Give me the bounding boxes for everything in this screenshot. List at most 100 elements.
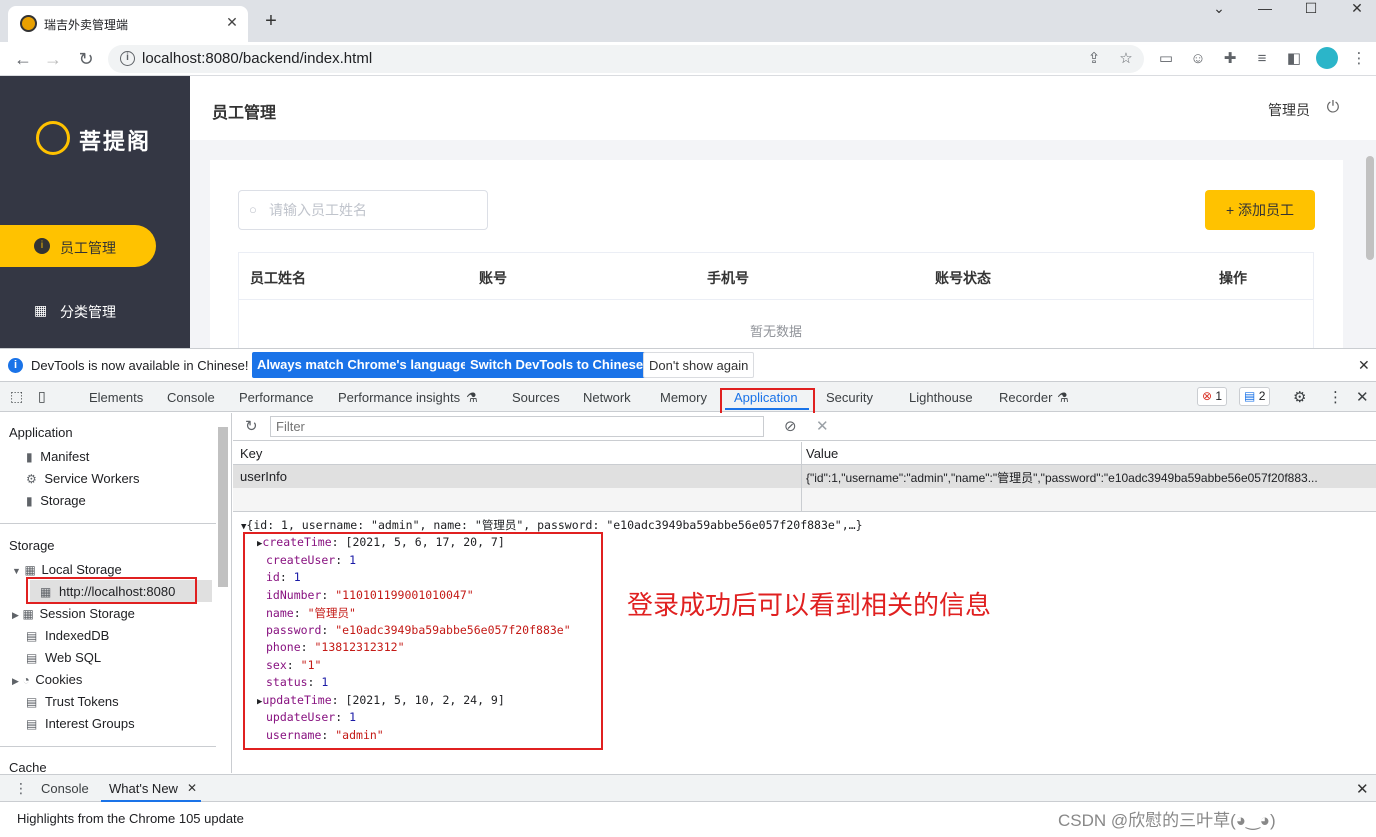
- employee-table: 员工姓名 账号 手机号 账号状态 操作 暂无数据: [238, 252, 1314, 360]
- error-count: 1: [1215, 389, 1223, 403]
- url-text[interactable]: localhost:8080/backend/index.html: [142, 50, 372, 67]
- tree-item-storage[interactable]: ▮ Storage: [26, 493, 86, 515]
- key-column-header[interactable]: Key: [240, 446, 262, 461]
- value-column-header[interactable]: Value: [806, 446, 838, 461]
- star-icon[interactable]: ☆: [1116, 49, 1136, 69]
- back-button[interactable]: ←: [10, 46, 36, 72]
- infobar-close-icon[interactable]: ✕: [1358, 357, 1370, 374]
- tab-performance[interactable]: Performance: [239, 390, 313, 405]
- table-row[interactable]: userInfo {"id":1,"username":"admin","nam…: [233, 465, 1376, 488]
- profile-avatar[interactable]: [1316, 47, 1338, 69]
- search-input[interactable]: [269, 199, 479, 221]
- browser-tab[interactable]: 瑞吉外卖管理端 ✕: [8, 6, 248, 42]
- database-icon: ▤: [26, 695, 38, 709]
- filter-input[interactable]: [270, 416, 764, 437]
- devtools-infobar: i DevTools is now available in Chinese! …: [0, 348, 1376, 382]
- tree-item-session-storage[interactable]: ▶ ▦ Session Storage: [12, 606, 135, 628]
- menu-item-employee[interactable]: i 员工管理: [0, 225, 156, 267]
- window-close-button[interactable]: ✕: [1334, 0, 1376, 30]
- column-divider[interactable]: [801, 442, 802, 512]
- drawer-tab-console[interactable]: Console: [41, 781, 89, 796]
- sidebar-scrollbar[interactable]: [218, 427, 228, 587]
- tree-item-cookies[interactable]: ▶ ◔ Cookies: [12, 672, 82, 694]
- device-toolbar-icon[interactable]: ▯: [38, 388, 46, 405]
- menu-item-category[interactable]: ▦ 分类管理: [0, 289, 190, 331]
- tab-security[interactable]: Security: [826, 390, 873, 405]
- tree-item-manifest[interactable]: ▮ Manifest: [26, 449, 89, 471]
- browser-toolbar: ← → ↻ i localhost:8080/backend/index.htm…: [0, 42, 1376, 76]
- local-storage-panel: ↻ ⊘ ✕ Key Value userInfo {"id":1,"userna…: [233, 413, 1376, 773]
- maximize-button[interactable]: ☐: [1288, 0, 1334, 30]
- logout-icon[interactable]: ⏻: [1324, 99, 1342, 117]
- database-icon: ▤: [26, 629, 38, 643]
- share-icon[interactable]: ⇪: [1084, 49, 1104, 69]
- tab-close-icon[interactable]: ✕: [222, 12, 242, 32]
- tab-sources[interactable]: Sources: [512, 390, 560, 405]
- add-employee-button[interactable]: + 添加员工: [1205, 190, 1315, 230]
- tree-item-label: Service Workers: [44, 471, 140, 486]
- table-icon: ▦: [22, 607, 34, 621]
- minimize-button[interactable]: —: [1242, 0, 1288, 30]
- delete-selected-icon[interactable]: ✕: [816, 417, 829, 435]
- devtools-menu-icon[interactable]: ⋮: [1328, 388, 1343, 406]
- refresh-icon[interactable]: ↻: [245, 417, 258, 435]
- switch-chinese-button[interactable]: Switch DevTools to Chinese: [465, 352, 649, 378]
- tab-network[interactable]: Network: [583, 390, 631, 405]
- tree-item-web-sql[interactable]: ▤ Web SQL: [26, 650, 101, 672]
- cookie-icon: ◔: [22, 673, 30, 687]
- side-panel-icon[interactable]: ◧: [1283, 48, 1305, 70]
- tab-elements[interactable]: Elements: [89, 390, 143, 405]
- dont-show-again-button[interactable]: Don't show again: [643, 352, 755, 378]
- inspect-element-icon[interactable]: ⬚: [10, 388, 23, 405]
- tab-memory[interactable]: Memory: [660, 390, 707, 405]
- drawer-tab-whats-new[interactable]: What's New: [109, 781, 178, 796]
- section-header-cache: Cache: [9, 760, 47, 775]
- gear-icon: ⚙: [26, 472, 37, 486]
- tree-item-service-workers[interactable]: ⚙ Service Workers: [26, 471, 140, 493]
- reload-button[interactable]: ↻: [73, 46, 99, 72]
- database-icon: ▤: [26, 651, 38, 665]
- tree-item-label: Local Storage: [41, 562, 122, 577]
- page-scrollbar[interactable]: [1366, 156, 1374, 260]
- table-header: Key Value: [233, 442, 1376, 465]
- search-icon: ○: [249, 202, 257, 217]
- filter-toolbar: ↻ ⊘ ✕: [233, 413, 1376, 441]
- reading-list-icon[interactable]: ≡: [1251, 48, 1273, 70]
- tree-item-label: Web SQL: [44, 650, 102, 665]
- tree-item-interest-groups[interactable]: ▤ Interest Groups: [26, 716, 135, 738]
- tree-item-label: Trust Tokens: [44, 694, 119, 709]
- tab-search-chevron-icon[interactable]: ⌄: [1196, 0, 1242, 30]
- forward-button[interactable]: →: [40, 46, 66, 72]
- column-header: 员工姓名: [250, 270, 306, 286]
- key-value-table: Key Value userInfo {"id":1,"username":"a…: [233, 442, 1376, 512]
- drawer-close-icon[interactable]: ✕: [1356, 780, 1369, 798]
- kebab-menu-icon[interactable]: ⋮: [1348, 48, 1370, 70]
- error-count-badge[interactable]: ⊗ 1: [1197, 387, 1228, 406]
- tab-performance-insights[interactable]: Performance insights: [338, 390, 460, 405]
- extension-face-icon[interactable]: ☺: [1187, 48, 1209, 70]
- tab-recorder[interactable]: Recorder: [999, 390, 1052, 405]
- puzzle-icon[interactable]: ✚: [1219, 48, 1241, 70]
- settings-gear-icon[interactable]: ⚙: [1293, 388, 1306, 406]
- drawer-menu-icon[interactable]: ⋮: [14, 780, 28, 797]
- site-info-icon[interactable]: i: [120, 51, 135, 66]
- tab-lighthouse[interactable]: Lighthouse: [909, 390, 973, 405]
- match-language-button[interactable]: Always match Chrome's language: [252, 352, 473, 378]
- tree-item-label: Manifest: [40, 449, 90, 464]
- new-tab-button[interactable]: +: [258, 9, 284, 35]
- drawer-tabbar: ⋮ Console What's New ✕ ✕: [0, 774, 1376, 802]
- message-count-badge[interactable]: ▤ 2: [1239, 387, 1271, 406]
- tree-item-trust-tokens[interactable]: ▤ Trust Tokens: [26, 694, 119, 716]
- address-bar[interactable]: i localhost:8080/backend/index.html ⇪ ☆: [108, 45, 1144, 73]
- drawer-tab-close-icon[interactable]: ✕: [187, 781, 197, 795]
- clear-all-icon[interactable]: ⊘: [784, 417, 797, 435]
- tree-item-indexeddb[interactable]: ▤ IndexedDB: [26, 628, 109, 650]
- tab-console[interactable]: Console: [167, 390, 215, 405]
- search-box[interactable]: ○: [238, 190, 488, 230]
- tree-item-label: Session Storage: [39, 606, 135, 621]
- extension-cast-icon[interactable]: ▭: [1155, 48, 1177, 70]
- tree-item-label: Storage: [40, 493, 86, 508]
- devtools-close-icon[interactable]: ✕: [1356, 388, 1369, 406]
- tab-title: 瑞吉外卖管理端: [44, 18, 129, 32]
- json-summary: {id: 1, username: "admin", name: "管理员", …: [246, 518, 863, 532]
